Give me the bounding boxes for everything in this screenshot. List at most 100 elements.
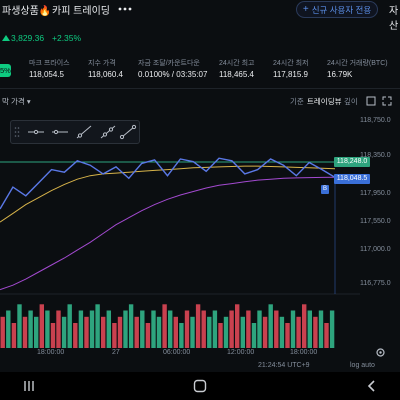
last-price-tag: 118,048.5 xyxy=(334,174,370,184)
volume-bar xyxy=(140,310,145,348)
volume-bar xyxy=(285,323,290,348)
volume-bar xyxy=(235,304,240,348)
volume-bar xyxy=(156,316,162,348)
y-tick: 118,750.0 xyxy=(360,117,391,124)
volume-bar xyxy=(101,316,106,348)
volume-bar xyxy=(117,316,123,348)
volume-bar xyxy=(257,310,262,348)
stat-value-24h-volume: 16.79K xyxy=(327,70,353,79)
stat-label-24h-low: 24시간 최저 xyxy=(273,60,309,67)
volume-bar xyxy=(207,316,212,348)
ma-fast-line xyxy=(0,165,336,223)
price-chart[interactable] xyxy=(0,112,400,348)
assets-tab[interactable]: 자산 xyxy=(389,2,400,32)
volume-bar xyxy=(268,304,273,348)
more-dots-icon[interactable] xyxy=(118,3,132,15)
price-type-select[interactable]: 막 가격 ▾ xyxy=(2,96,31,107)
tab-derivatives[interactable]: 파생상품🔥 xyxy=(2,2,51,17)
volume-bar xyxy=(274,310,279,348)
volume-bar xyxy=(313,316,318,348)
volume-bar xyxy=(50,323,56,348)
footer-time: 21:24:54 UTC+9 xyxy=(258,362,310,369)
plus-icon: + xyxy=(302,4,309,15)
volume-bar xyxy=(112,323,117,348)
depth-tab[interactable]: 깊이 xyxy=(344,96,358,107)
volume-bar xyxy=(78,310,84,348)
x-tick: 12:00:00 xyxy=(227,349,255,356)
y-tick: 117,950.0 xyxy=(360,190,391,197)
footer-scale[interactable]: log auto xyxy=(350,362,375,369)
volume-bar xyxy=(246,310,251,348)
volume-bar xyxy=(0,316,5,348)
divider xyxy=(0,88,400,89)
back-icon[interactable] xyxy=(364,378,380,394)
volume-bar xyxy=(262,316,268,348)
home-icon[interactable] xyxy=(192,378,208,394)
system-navbar xyxy=(0,372,400,400)
tab-copy-trading[interactable]: 카피 트레이딩 xyxy=(52,2,110,17)
volume-bar xyxy=(61,316,67,348)
caret-up-icon xyxy=(2,35,10,41)
settings-gear-icon[interactable] xyxy=(375,347,386,358)
volume-bar xyxy=(324,323,329,348)
volume-bar xyxy=(145,323,151,348)
volume-bar xyxy=(223,316,229,348)
volume-bar xyxy=(34,316,39,348)
volume-bar xyxy=(168,310,173,348)
chevron-down-icon: ▾ xyxy=(26,97,31,106)
stat-label-index-price: 지수 가격 xyxy=(88,60,116,67)
volume-bar xyxy=(56,310,61,348)
current-price-tag: 118,248.0 xyxy=(334,157,370,167)
volume-bar xyxy=(201,310,206,348)
volume-bar xyxy=(128,304,134,348)
volume-bar xyxy=(134,316,139,348)
volume-bar xyxy=(89,310,95,348)
volume-bar xyxy=(173,316,178,348)
stat-value-funding: 0.0100% / 03:35:07 xyxy=(138,70,208,79)
new-user-button[interactable]: + 신규 사용자 전용 xyxy=(296,1,378,18)
volume-bar xyxy=(106,310,111,348)
volume-bar xyxy=(218,323,223,348)
stat-value-24h-high: 118,465.4 xyxy=(219,70,254,79)
volume-bar xyxy=(123,310,128,348)
volume-bar xyxy=(307,310,312,348)
y-tick: 116,775.0 xyxy=(360,280,391,287)
x-tick: 27 xyxy=(112,349,120,356)
volume-bar xyxy=(84,316,89,348)
stat-label-24h-high: 24시간 최고 xyxy=(219,60,255,67)
expand-icon[interactable] xyxy=(382,96,392,106)
volume-bar xyxy=(251,323,257,348)
price-change-percent: +2.35% xyxy=(52,33,82,43)
price-change-value: 3,829.36 xyxy=(11,33,45,43)
x-tick: 18:00:00 xyxy=(37,349,65,356)
x-tick: 18:00:00 xyxy=(290,349,318,356)
volume-bar xyxy=(318,310,324,348)
volume-bar xyxy=(279,316,285,348)
volume-bar xyxy=(212,310,218,348)
basis-label: 기준 xyxy=(290,97,304,106)
volume-bar xyxy=(45,310,50,348)
stat-value-mark-price: 118,054.5 xyxy=(29,70,64,79)
volume-bar xyxy=(73,323,78,348)
volume-bar xyxy=(329,310,335,348)
stat-label-mark-price: 마크 프라이스 xyxy=(29,60,70,67)
volume-bar xyxy=(240,316,245,348)
y-tick: 117,550.0 xyxy=(360,218,391,225)
marker-b-badge: B xyxy=(321,185,329,194)
stat-value-24h-low: 117,815.9 xyxy=(273,70,308,79)
tradingview-tab[interactable]: 트레이딩뷰 xyxy=(307,96,342,107)
stat-label-24h-volume: 24시간 거래량(BTC) xyxy=(327,60,388,67)
volume-bar xyxy=(195,304,201,348)
layout-icon[interactable] xyxy=(366,96,376,106)
volume-bar xyxy=(151,310,156,348)
volume-bar xyxy=(184,310,190,348)
volume-bar xyxy=(28,310,33,348)
new-user-label: 신규 사용자 전용 xyxy=(311,4,372,15)
volume-bar xyxy=(11,323,17,348)
volume-bar xyxy=(190,316,195,348)
stat-value-index-price: 118,060.4 xyxy=(88,70,123,79)
volume-bar xyxy=(296,316,301,348)
recent-apps-icon[interactable] xyxy=(21,378,37,394)
volume-bar xyxy=(22,316,28,348)
volume-bar xyxy=(95,304,100,348)
